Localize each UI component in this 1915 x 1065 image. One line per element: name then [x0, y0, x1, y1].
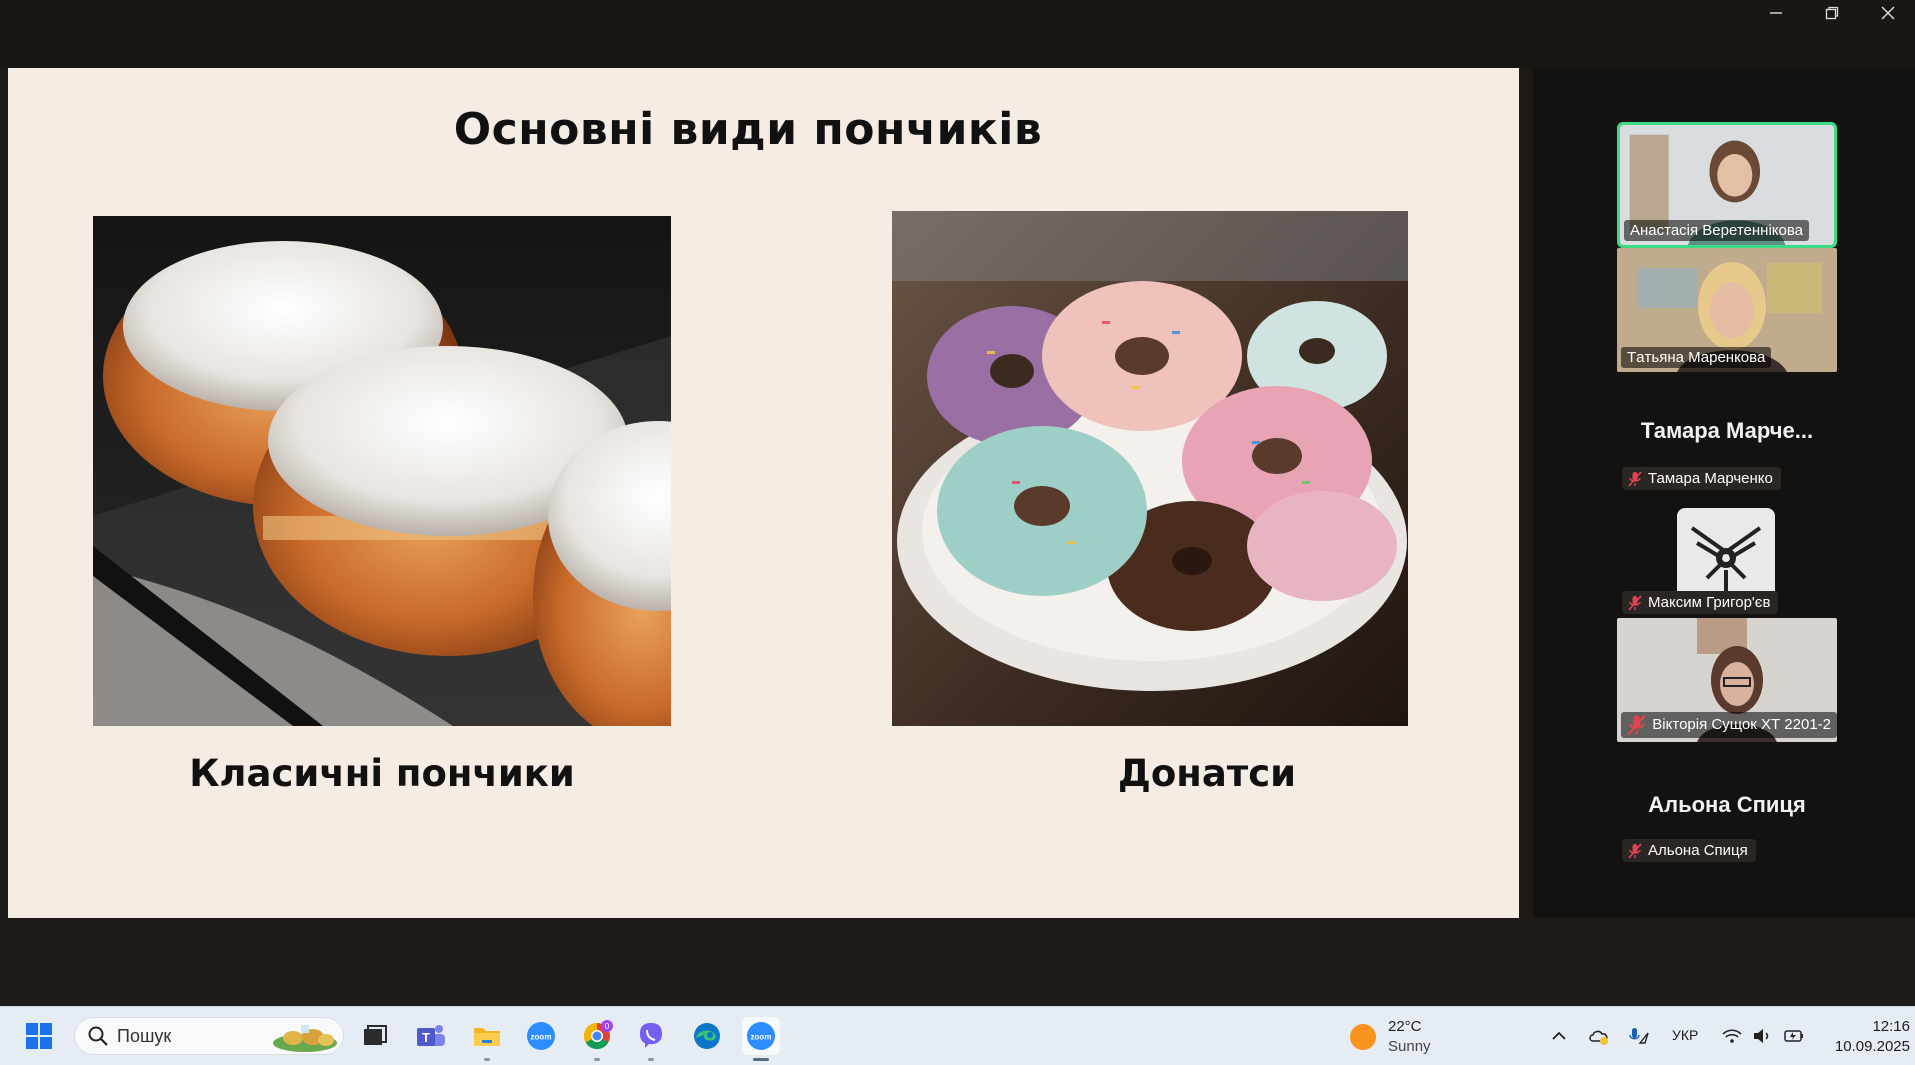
teams-button[interactable]: T — [412, 1017, 450, 1055]
battery-tray-button[interactable] — [1780, 1021, 1808, 1051]
cloud-warning-icon — [1589, 1030, 1608, 1045]
classic-donuts-caption: Класичні пончики — [189, 752, 575, 795]
microphone-in-use-icon — [1629, 1028, 1649, 1044]
participant-name-chip: Вікторія Сущок ХТ 2201-2 — [1621, 711, 1837, 738]
teams-icon: T — [417, 1025, 445, 1046]
glazed-donuts-photo — [892, 211, 1408, 726]
svg-text:T: T — [422, 1030, 430, 1045]
mic-muted-icon — [1628, 470, 1642, 487]
input-language[interactable]: УКР — [1672, 1027, 1698, 1043]
taskbar: Пошук T zoom 0 zoom 22°C Sunny УКР 12:16… — [0, 1006, 1915, 1065]
participant-name-chip[interactable]: Альона Спиця — [1622, 839, 1756, 862]
zoom-active-icon: zoom — [747, 1022, 775, 1050]
zoom-active-button[interactable]: zoom — [742, 1017, 780, 1061]
participant-name: Тaтьяна Маренкова — [1621, 347, 1772, 368]
edge-icon — [694, 1023, 720, 1049]
search-icon — [88, 1026, 108, 1046]
file-explorer-button[interactable] — [468, 1017, 506, 1061]
participant-name-chip[interactable]: Тамара Марченко — [1622, 467, 1781, 490]
participant-display-name: Тамара Марче... — [1640, 418, 1814, 443]
mic-muted-icon — [1628, 594, 1642, 611]
sunny-weather-icon — [1350, 1024, 1376, 1050]
donuts-caption: Донатси — [1117, 752, 1297, 795]
participant-tile[interactable]: Тaтьяна Маренкова — [1617, 248, 1837, 372]
meeting-bottom-area — [0, 918, 1915, 1006]
edge-button[interactable] — [688, 1017, 726, 1055]
restore-icon — [1825, 6, 1839, 20]
participant-name: Максим Григор'єв — [1648, 594, 1771, 611]
show-hidden-icons-button[interactable] — [1546, 1021, 1572, 1051]
shared-slide: Основні види пончиків Класичні пончики Д… — [8, 68, 1519, 918]
task-view-button[interactable] — [356, 1017, 394, 1055]
participant-avatar — [1677, 508, 1775, 602]
chrome-icon: 0 — [583, 1020, 613, 1050]
chrome-badge-count: 0 — [605, 1022, 610, 1031]
search-highlight-icon — [273, 1025, 337, 1052]
classic-donuts-photo — [93, 216, 671, 726]
taskbar-search[interactable]: Пошук — [74, 1017, 344, 1055]
zoom-button[interactable]: zoom — [522, 1017, 560, 1055]
clock-time: 12:16 — [1872, 1018, 1910, 1035]
close-button[interactable] — [1860, 0, 1915, 26]
minimize-button[interactable] — [1748, 0, 1804, 26]
viber-icon — [640, 1023, 662, 1048]
slide-title: Основні види пончиків — [453, 104, 1043, 155]
volume-tray-button[interactable] — [1748, 1021, 1776, 1051]
minimize-icon — [1770, 12, 1782, 14]
chevron-up-icon — [1552, 1031, 1566, 1040]
svg-text:zoom: zoom — [751, 1033, 772, 1042]
viber-button[interactable] — [632, 1017, 670, 1061]
participant-display-name: Альона Спиця — [1648, 792, 1806, 817]
clock-date: 10.09.2025 — [1834, 1038, 1910, 1055]
participant-tile[interactable]: Вікторія Сущок ХТ 2201-2 — [1617, 618, 1837, 742]
onedrive-tray-button[interactable] — [1584, 1021, 1614, 1051]
weather-widget[interactable]: 22°C Sunny — [1350, 1017, 1431, 1057]
window-titlebar — [0, 0, 1915, 68]
bird-logo-icon — [1690, 526, 1762, 594]
wifi-tray-button[interactable] — [1718, 1021, 1746, 1051]
restore-button[interactable] — [1804, 0, 1860, 26]
weather-temperature: 22°C — [1388, 1018, 1422, 1035]
start-button[interactable] — [20, 1017, 58, 1055]
file-explorer-icon — [474, 1028, 500, 1046]
svg-text:zoom: zoom — [531, 1033, 552, 1042]
zoom-icon: zoom — [527, 1022, 555, 1050]
windows-start-icon — [26, 1023, 52, 1049]
system-clock[interactable]: 12:16 10.09.2025 — [1820, 1017, 1910, 1057]
task-view-icon — [364, 1025, 387, 1045]
participant-name: Тамара Марченко — [1648, 470, 1773, 487]
participant-name: Альона Спиця — [1648, 842, 1748, 859]
weather-description: Sunny — [1388, 1038, 1431, 1055]
participant-name-chip[interactable]: Максим Григор'єв — [1622, 591, 1779, 614]
microphone-location-tray-button[interactable] — [1624, 1021, 1654, 1051]
participant-name: Анастасія Веретеннікова — [1624, 220, 1809, 241]
battery-charging-icon — [1784, 1030, 1803, 1042]
mic-muted-icon — [1628, 842, 1642, 859]
mic-muted-icon — [1627, 714, 1646, 736]
wifi-icon — [1722, 1029, 1742, 1043]
speaker-icon — [1754, 1029, 1769, 1043]
chrome-button[interactable]: 0 — [578, 1017, 616, 1061]
close-icon — [1881, 6, 1895, 20]
participant-tile-active[interactable]: Анастасія Веретеннікова — [1617, 122, 1837, 248]
search-placeholder: Пошук — [117, 1025, 172, 1046]
participant-name: Вікторія Сущок ХТ 2201-2 — [1652, 716, 1831, 734]
